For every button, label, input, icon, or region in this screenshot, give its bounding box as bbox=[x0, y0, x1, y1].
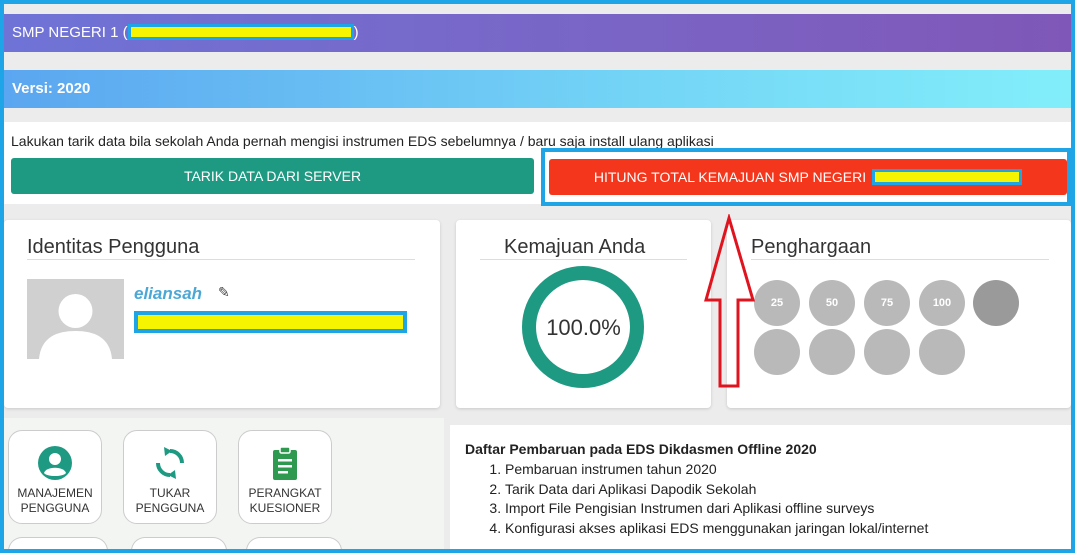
trophy-75-icon: 75 bbox=[864, 280, 910, 326]
main-menu-area: MANAJEMEN PENGGUNA TUKAR PENGGUNA PERANG… bbox=[4, 418, 444, 553]
updates-item: Konfigurasi akses aplikasi EDS menggunak… bbox=[505, 519, 928, 539]
user-silhouette-icon bbox=[27, 279, 124, 359]
version-bar: Versi: 2020 bbox=[4, 70, 1071, 108]
version-label: Versi: 2020 bbox=[12, 80, 91, 97]
menu-tile-partial-2[interactable] bbox=[131, 537, 227, 553]
username-link[interactable]: eliansah bbox=[134, 284, 202, 304]
school-header: SMP NEGERI 1 () bbox=[4, 14, 1071, 52]
menu-manage-users-line1: MANAJEMEN bbox=[17, 486, 93, 500]
school-name-prefix: SMP NEGERI 1 ( bbox=[12, 24, 128, 41]
calculate-progress-button[interactable]: HITUNG TOTAL KEMAJUAN SMP NEGERI bbox=[549, 159, 1067, 195]
avatar bbox=[27, 279, 124, 359]
pull-data-card: Lakukan tarik data bila sekolah Anda per… bbox=[4, 122, 1071, 206]
pull-data-notice: Lakukan tarik data bila sekolah Anda per… bbox=[11, 133, 714, 149]
account-circle-icon bbox=[9, 445, 101, 486]
menu-questionnaire[interactable]: PERANGKAT KUESIONER bbox=[238, 430, 332, 524]
menu-questionnaire-line1: PERANGKAT bbox=[248, 486, 322, 500]
menu-questionnaire-line2: KUESIONER bbox=[249, 501, 321, 515]
updates-item: Tarik Data dari Aplikasi Dapodik Sekolah bbox=[505, 480, 928, 500]
updates-panel: Daftar Pembaruan pada EDS Dikdasmen Offl… bbox=[450, 425, 1071, 549]
lamp-icon bbox=[864, 329, 910, 375]
progress-value: 100.0% bbox=[546, 315, 621, 340]
redacted-school-name bbox=[127, 23, 354, 40]
menu-switch-user[interactable]: TUKAR PENGGUNA bbox=[123, 430, 217, 524]
identity-card: Identitas Pengguna eliansah ✎ bbox=[4, 220, 440, 408]
annotation-arrow bbox=[704, 214, 756, 388]
progress-ring bbox=[522, 266, 644, 388]
pull-data-button[interactable]: TARIK DATA DARI SERVER bbox=[11, 158, 534, 194]
trophy-25-icon: 25 bbox=[754, 280, 800, 326]
checklist-7-icon bbox=[809, 329, 855, 375]
sync-icon bbox=[124, 445, 216, 486]
menu-questionnaire-label: PERANGKAT KUESIONER bbox=[239, 486, 331, 516]
progress-card: Kemajuan Anda 100.0% bbox=[456, 220, 711, 408]
checklist-3-icon bbox=[754, 329, 800, 375]
updates-item: Import File Pengisian Instrumen dari Apl… bbox=[505, 499, 928, 519]
calc-button-annotation-box: HITUNG TOTAL KEMAJUAN SMP NEGERI bbox=[541, 148, 1071, 206]
identity-card-title: Identitas Pengguna bbox=[27, 236, 200, 258]
updates-item: Pembaruan instrumen tahun 2020 bbox=[505, 460, 928, 480]
awards-card-title: Penghargaan bbox=[751, 236, 872, 258]
calculate-progress-button-label: HITUNG TOTAL KEMAJUAN SMP NEGERI bbox=[593, 169, 867, 185]
edit-pencil-icon[interactable]: ✎ bbox=[218, 284, 230, 301]
identity-card-divider bbox=[27, 259, 415, 260]
awards-card-divider bbox=[751, 259, 1049, 260]
updates-title: Daftar Pembaruan pada EDS Dikdasmen Offl… bbox=[465, 441, 817, 457]
redacted-user-name bbox=[134, 311, 407, 333]
menu-switch-user-label: TUKAR PENGGUNA bbox=[124, 486, 216, 516]
clipboard-icon bbox=[239, 445, 331, 486]
menu-manage-users-label: MANAJEMEN PENGGUNA bbox=[9, 486, 101, 516]
runner-icon bbox=[973, 280, 1019, 326]
updates-list: Pembaruan instrumen tahun 2020 Tarik Dat… bbox=[505, 460, 928, 538]
menu-tile-partial-1[interactable] bbox=[8, 537, 108, 553]
menu-switch-user-line2: PENGGUNA bbox=[135, 501, 205, 515]
trophy-50-icon: 50 bbox=[809, 280, 855, 326]
medal-100-icon: 100 bbox=[919, 280, 965, 326]
school-name-suffix: ) bbox=[353, 24, 359, 41]
menu-switch-user-line1: TUKAR bbox=[149, 486, 191, 500]
thumbs-up-icon bbox=[919, 329, 965, 375]
menu-tile-partial-3[interactable] bbox=[246, 537, 342, 553]
pull-data-button-label: TARIK DATA DARI SERVER bbox=[183, 168, 362, 184]
awards-card: Penghargaan 25 50 75 100 bbox=[727, 220, 1071, 408]
redacted-school-name-button bbox=[872, 169, 1023, 185]
menu-manage-users-line2: PENGGUNA bbox=[20, 501, 90, 515]
menu-manage-users[interactable]: MANAJEMEN PENGGUNA bbox=[8, 430, 102, 524]
